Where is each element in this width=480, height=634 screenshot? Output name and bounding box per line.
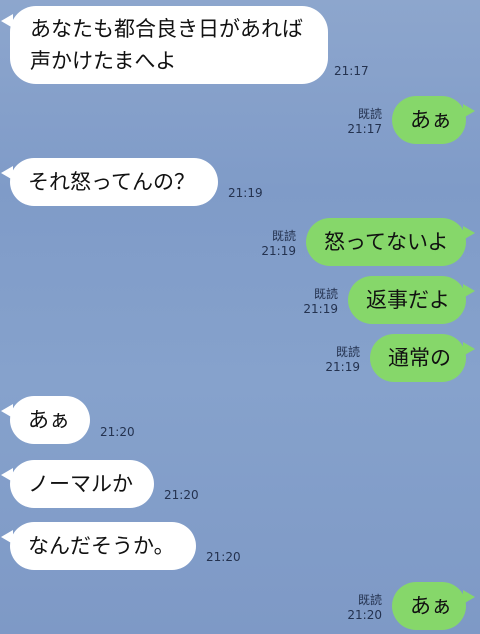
read-receipt: 既読: [357, 107, 382, 121]
message-timestamp: 21:19: [325, 360, 360, 374]
message-meta: 既読 21:19: [250, 229, 296, 259]
message-timestamp: 21:19: [261, 244, 296, 258]
read-receipt: 既読: [335, 345, 360, 359]
message-timestamp: 21:19: [228, 186, 263, 200]
read-receipt: 既読: [313, 287, 338, 301]
message-text: ノーマルか: [28, 472, 133, 496]
outgoing-message-bubble[interactable]: あぁ: [392, 96, 475, 144]
incoming-message-bubble[interactable]: あなたも都合良き日があれば声かけたまへよ: [1, 6, 328, 84]
message-meta: 既読 21:19: [314, 345, 360, 375]
message-timestamp: 21:17: [347, 122, 382, 136]
outgoing-message-bubble[interactable]: 怒ってないよ: [306, 218, 475, 266]
chat-thread: あなたも都合良き日があれば声かけたまへよ 21:17 既読 21:17 あぁ そ…: [0, 0, 480, 634]
message-meta: 既読 21:19: [292, 287, 338, 317]
incoming-message-bubble[interactable]: それ怒ってんの？: [1, 158, 218, 206]
message-text: 通常の: [388, 346, 451, 370]
message-timestamp: 21:17: [334, 64, 369, 78]
message-text: 返事だよ: [366, 288, 450, 312]
outgoing-message-bubble[interactable]: 返事だよ: [348, 276, 475, 324]
message-meta: 既読 21:20: [336, 593, 382, 623]
message-text: あぁ: [28, 408, 70, 432]
message-timestamp: 21:20: [164, 488, 199, 502]
incoming-message-bubble[interactable]: なんだそうか。: [1, 522, 196, 570]
message-timestamp: 21:20: [347, 608, 382, 622]
message-text: それ怒ってんの？: [28, 170, 195, 194]
message-timestamp: 21:19: [303, 302, 338, 316]
message-meta: 既読 21:17: [336, 107, 382, 137]
message-text: あぁ: [410, 594, 452, 618]
outgoing-message-bubble[interactable]: あぁ: [392, 582, 475, 630]
message-text: あなたも都合良き日があれば声かけたまへよ: [30, 17, 303, 73]
message-timestamp: 21:20: [100, 425, 135, 439]
read-receipt: 既読: [271, 229, 296, 243]
incoming-message-bubble[interactable]: ノーマルか: [1, 460, 154, 508]
message-text: 怒ってないよ: [324, 230, 449, 254]
message-text: なんだそうか。: [28, 534, 175, 558]
read-receipt: 既読: [357, 593, 382, 607]
message-text: あぁ: [410, 108, 452, 132]
outgoing-message-bubble[interactable]: 通常の: [370, 334, 475, 382]
message-timestamp: 21:20: [206, 550, 241, 564]
incoming-message-bubble[interactable]: あぁ: [1, 396, 90, 444]
